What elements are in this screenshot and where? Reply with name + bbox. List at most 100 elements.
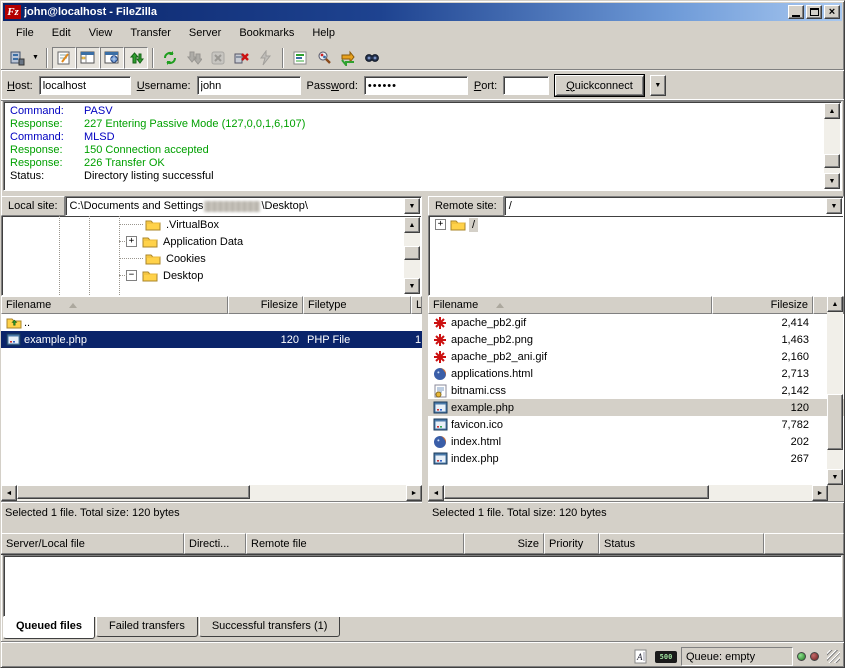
remote-file-row[interactable]: apache_pb2.gif 2,414 bbox=[428, 314, 844, 331]
parent-directory-row[interactable]: .. bbox=[1, 314, 422, 331]
toggle-local-tree-button[interactable] bbox=[76, 47, 100, 69]
speed-limit-icon[interactable]: 500 bbox=[655, 651, 677, 663]
remote-file-row[interactable]: apache_pb2_ani.gif 2,160 bbox=[428, 348, 844, 365]
remote-file-row[interactable]: bitnami.css 2,142 bbox=[428, 382, 844, 399]
column-header-filesize[interactable]: Filesize bbox=[712, 296, 813, 314]
local-site-combobox[interactable]: C:\Documents and Settings\Desktop\ ▼ bbox=[65, 196, 422, 216]
scroll-thumb[interactable] bbox=[17, 485, 250, 499]
quickconnect-button[interactable]: Quickconnect bbox=[555, 75, 644, 96]
toggle-queue-button[interactable] bbox=[124, 47, 148, 69]
column-header-server-local-file[interactable]: Server/Local file bbox=[1, 533, 184, 554]
column-header-filetype[interactable]: Filetype bbox=[303, 296, 411, 314]
toggle-remote-tree-button[interactable] bbox=[100, 47, 124, 69]
tree-item-cookies[interactable]: Cookies bbox=[2, 250, 421, 267]
column-header-status[interactable]: Status bbox=[599, 533, 764, 554]
minimize-button[interactable] bbox=[788, 5, 804, 19]
local-site-dropdown[interactable]: ▼ bbox=[404, 198, 420, 214]
tree-item-virtualbox[interactable]: .VirtualBox bbox=[2, 216, 421, 233]
remote-file-row[interactable]: apache_pb2.png 1,463 bbox=[428, 331, 844, 348]
local-list-body[interactable]: .. example.php 120 PHP File 1 bbox=[1, 314, 422, 485]
tree-item-desktop[interactable]: − Desktop bbox=[2, 267, 421, 284]
title-bar[interactable]: Fz john@localhost - FileZilla × bbox=[3, 3, 842, 21]
remote-file-row-selected[interactable]: example.php 120 bbox=[428, 399, 844, 416]
local-directory-tree[interactable]: .VirtualBox + Application Data Cookies − bbox=[1, 216, 422, 296]
menu-view[interactable]: View bbox=[80, 24, 122, 42]
local-horizontal-scrollbar[interactable]: ◄ ► bbox=[1, 485, 422, 501]
tab-failed-transfers[interactable]: Failed transfers bbox=[96, 617, 198, 637]
log-vertical-scrollbar[interactable]: ▲ ▼ bbox=[824, 103, 840, 189]
scroll-left-button[interactable]: ◄ bbox=[1, 485, 17, 501]
host-input[interactable] bbox=[39, 76, 131, 95]
remote-directory-tree[interactable]: + / bbox=[428, 216, 844, 296]
column-header-filename[interactable]: Filename bbox=[428, 296, 712, 314]
filter-button[interactable] bbox=[288, 47, 312, 69]
menu-edit[interactable]: Edit bbox=[43, 24, 80, 42]
transfer-type-ascii-icon[interactable]: A bbox=[631, 648, 651, 666]
local-file-row-selected[interactable]: example.php 120 PHP File 1 bbox=[1, 331, 422, 348]
resize-grip[interactable] bbox=[827, 650, 840, 663]
column-header-remote-file[interactable]: Remote file bbox=[246, 533, 464, 554]
remote-site-dropdown[interactable]: ▼ bbox=[826, 198, 842, 214]
close-button[interactable]: × bbox=[824, 5, 840, 19]
maximize-button[interactable] bbox=[806, 5, 822, 19]
quickconnect-dropdown[interactable]: ▼ bbox=[650, 75, 666, 96]
scroll-right-button[interactable]: ► bbox=[812, 485, 828, 501]
queue-list[interactable] bbox=[3, 555, 842, 617]
site-manager-dropdown[interactable]: ▼ bbox=[29, 47, 42, 69]
tree-item-root[interactable]: + / bbox=[429, 216, 843, 233]
reconnect-button[interactable] bbox=[254, 47, 278, 69]
scroll-up-button[interactable]: ▲ bbox=[827, 296, 843, 312]
find-button[interactable] bbox=[360, 47, 384, 69]
scroll-up-button[interactable]: ▲ bbox=[404, 217, 420, 233]
menu-server[interactable]: Server bbox=[180, 24, 230, 42]
horizontal-splitter[interactable] bbox=[1, 523, 844, 533]
scroll-up-button[interactable]: ▲ bbox=[824, 103, 840, 119]
column-header-direction[interactable]: Directi... bbox=[184, 533, 246, 554]
cancel-button[interactable] bbox=[206, 47, 230, 69]
remote-site-combobox[interactable]: / ▼ bbox=[504, 196, 844, 216]
expand-icon[interactable]: + bbox=[435, 219, 446, 230]
remote-vertical-scrollbar[interactable]: ▲ ▼ bbox=[827, 296, 843, 485]
scroll-down-button[interactable]: ▼ bbox=[404, 278, 420, 294]
toggle-message-log-button[interactable] bbox=[52, 47, 76, 69]
scroll-down-button[interactable]: ▼ bbox=[824, 173, 840, 189]
collapse-icon[interactable]: − bbox=[126, 270, 137, 281]
column-header-last-modified[interactable]: L bbox=[411, 296, 422, 314]
tree-item-application-data[interactable]: + Application Data bbox=[2, 233, 421, 250]
remote-file-row[interactable]: index.html 202 bbox=[428, 433, 844, 450]
scroll-right-button[interactable]: ► bbox=[406, 485, 422, 501]
tab-queued-files[interactable]: Queued files bbox=[3, 617, 95, 639]
site-manager-button[interactable] bbox=[5, 47, 29, 69]
scroll-thumb[interactable] bbox=[827, 394, 843, 450]
remote-list-body[interactable]: apache_pb2.gif 2,414 apache_pb2.png 1,46… bbox=[428, 314, 844, 485]
menu-help[interactable]: Help bbox=[303, 24, 344, 42]
process-queue-button[interactable] bbox=[182, 47, 206, 69]
tab-successful-transfers[interactable]: Successful transfers (1) bbox=[199, 617, 341, 637]
column-header-filesize[interactable]: Filesize bbox=[228, 296, 303, 314]
scroll-thumb[interactable] bbox=[404, 246, 420, 260]
password-input[interactable] bbox=[364, 76, 468, 95]
remote-file-row[interactable]: favicon.ico 7,782 bbox=[428, 416, 844, 433]
scroll-left-button[interactable]: ◄ bbox=[428, 485, 444, 501]
menu-file[interactable]: File bbox=[7, 24, 43, 42]
menu-bookmarks[interactable]: Bookmarks bbox=[230, 24, 303, 42]
remote-horizontal-scrollbar[interactable]: ◄ ► bbox=[428, 485, 828, 501]
username-input[interactable] bbox=[197, 76, 301, 95]
column-header-filename[interactable]: Filename bbox=[1, 296, 228, 314]
expand-icon[interactable]: + bbox=[126, 236, 137, 247]
column-header-size[interactable]: Size bbox=[464, 533, 544, 554]
remote-file-row[interactable]: applications.html 2,713 bbox=[428, 365, 844, 382]
local-tree-vertical-scrollbar[interactable]: ▲ ▼ bbox=[404, 217, 420, 294]
remote-file-row[interactable]: index.php 267 bbox=[428, 450, 844, 467]
scroll-thumb[interactable] bbox=[824, 154, 840, 168]
disconnect-button[interactable] bbox=[230, 47, 254, 69]
scroll-down-button[interactable]: ▼ bbox=[827, 469, 843, 485]
column-header-priority[interactable]: Priority bbox=[544, 533, 599, 554]
synchronized-browsing-button[interactable] bbox=[336, 47, 360, 69]
scroll-thumb[interactable] bbox=[444, 485, 709, 499]
menu-transfer[interactable]: Transfer bbox=[121, 24, 180, 42]
compare-button[interactable] bbox=[312, 47, 336, 69]
refresh-button[interactable] bbox=[158, 47, 182, 69]
message-log[interactable]: Command:PASV Response:227 Entering Passi… bbox=[3, 101, 842, 191]
port-input[interactable] bbox=[503, 76, 549, 95]
